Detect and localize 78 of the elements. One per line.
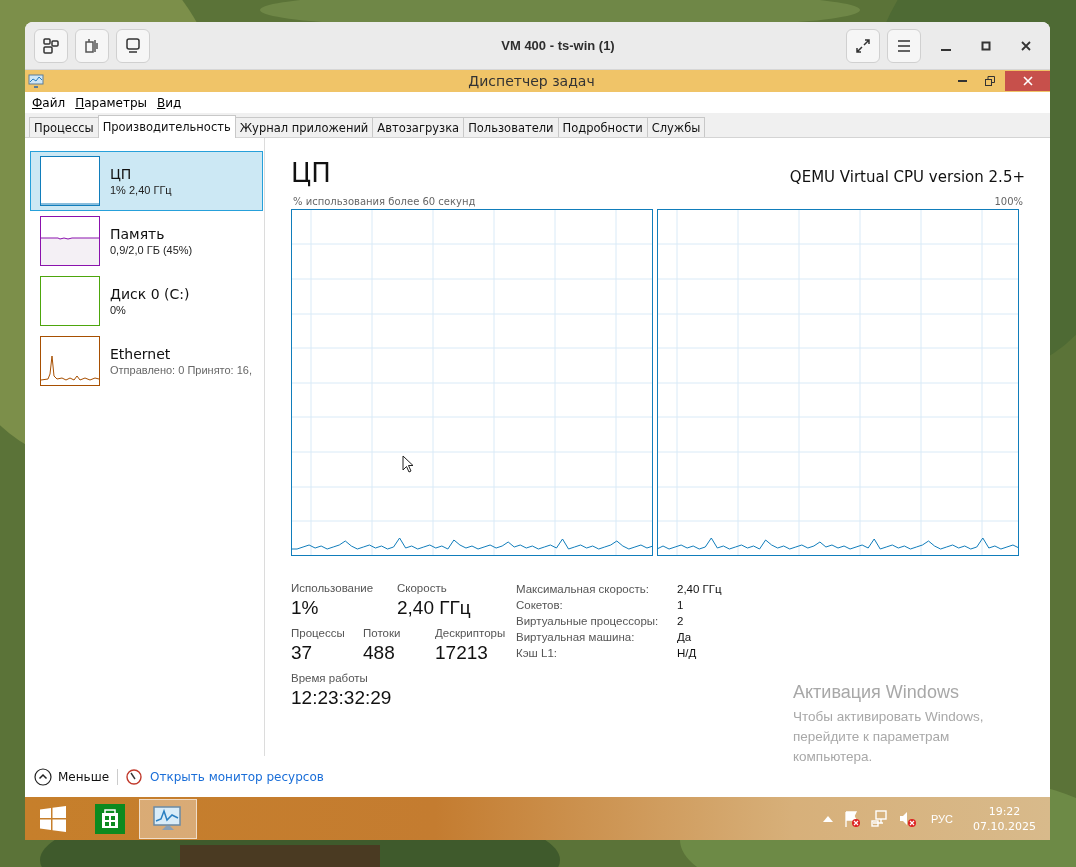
chevron-up-icon <box>34 768 52 786</box>
windows-logo-icon <box>39 805 66 832</box>
activation-title: Активация Windows <box>793 682 960 703</box>
resource-detail: 0,9/2,0 ГБ (45%) <box>110 244 193 256</box>
tab[interactable]: Автозагрузка <box>372 117 465 137</box>
stat-value: 17213 <box>435 642 489 664</box>
menu-item[interactable]: Параметры <box>75 95 148 110</box>
detail-value: 1 <box>677 599 685 611</box>
tab[interactable]: Службы <box>646 117 706 137</box>
usb-button[interactable] <box>75 28 109 63</box>
pointer-icon <box>402 455 414 474</box>
stat-value: 488 <box>363 642 396 664</box>
stat-label: Потоки <box>363 627 402 639</box>
expand-icon <box>855 37 871 54</box>
resource-name: Диск 0 (C:) <box>110 286 190 302</box>
window-title: Диспетчер задач <box>467 73 596 89</box>
menu-item[interactable]: Вид <box>157 95 182 110</box>
stat-label: Дескрипторы <box>435 627 506 639</box>
close-icon <box>1022 76 1033 86</box>
sidebar-item[interactable]: ЦП 1% 2,40 ГГц <box>30 151 263 211</box>
stat-label: Скорость <box>397 582 448 594</box>
sidebar-item[interactable]: Диск 0 (C:) 0% <box>30 271 263 331</box>
minimize-icon <box>941 48 951 51</box>
flag-warning-icon[interactable] <box>843 809 861 828</box>
detail-label: Максимальная скорость: <box>516 583 650 595</box>
monitor-icon <box>152 804 184 833</box>
stat-value: 1% <box>291 597 320 619</box>
resource-detail: 1% 2,40 ГГц <box>110 184 172 196</box>
task-manager-button[interactable] <box>139 798 197 839</box>
detail-value: Да <box>677 631 693 643</box>
menu-icon <box>897 39 911 52</box>
close-icon <box>1021 40 1031 51</box>
panel-title: ЦП <box>291 158 331 188</box>
monitor-icon <box>28 74 44 88</box>
window-title: VM 400 - ts-win (1) <box>500 38 616 53</box>
resource-detail: Отправлено: 0 Принято: 16, <box>110 364 253 376</box>
sidebar-item[interactable]: Память 0,9/2,0 ГБ (45%) <box>30 211 263 271</box>
gauge-icon <box>126 769 143 785</box>
menu-item[interactable]: Файл <box>32 95 66 110</box>
shopping-bag-icon <box>94 803 125 834</box>
minimize-icon <box>958 80 967 82</box>
windows-icon <box>43 37 59 54</box>
maximize-icon <box>981 40 991 51</box>
display-button[interactable] <box>116 28 150 63</box>
stat-label: Использование <box>291 582 375 594</box>
resource-name: ЦП <box>110 166 133 182</box>
detail-value: 2,40 ГГц <box>677 583 722 595</box>
tab[interactable]: Журнал приложений <box>234 117 374 137</box>
resource-name: Память <box>110 226 166 242</box>
tab[interactable]: Производительность <box>97 115 236 138</box>
detail-label: Кэш L1: <box>516 647 558 659</box>
view-button[interactable] <box>34 28 68 63</box>
detail-label: Виртуальные процессоры: <box>516 615 660 627</box>
detail-value: Н/Д <box>677 647 698 659</box>
fewer-details-button[interactable]: Меньше <box>34 768 110 786</box>
resource-detail: 0% <box>110 304 127 316</box>
detail-label: Сокетов: <box>516 599 564 611</box>
monitor-icon <box>125 37 141 54</box>
fullscreen-button[interactable] <box>846 28 880 63</box>
stat-value: 2,40 ГГц <box>397 597 472 619</box>
sidebar-item[interactable]: Ethernet Отправлено: 0 Принято: 16, <box>30 331 263 391</box>
device-icon <box>84 37 100 54</box>
resource-monitor-link[interactable]: Открыть монитор ресурсов <box>150 770 324 784</box>
detail-label: Виртуальная машина: <box>516 631 636 643</box>
stat-label: Процессы <box>291 627 346 639</box>
stat-label: Время работы <box>291 672 369 684</box>
graph-caption: % использования более 60 секунд <box>293 196 476 207</box>
resource-name: Ethernet <box>110 346 172 362</box>
tab[interactable]: Процессы <box>29 117 99 137</box>
tab[interactable]: Подробности <box>557 117 648 137</box>
activation-text: Чтобы активировать Windows, перейдите к параметрам компьютера. <box>793 708 985 766</box>
cpu-model: QEMU Virtual CPU version 2.5+ <box>789 168 1025 186</box>
graph-max-label: 100% <box>994 196 1023 207</box>
restore-icon <box>984 76 995 86</box>
stat-value: 37 <box>291 642 314 664</box>
menu-button[interactable] <box>887 28 921 63</box>
detail-value: 2 <box>677 615 685 627</box>
stat-value: 12:23:32:29 <box>291 687 392 709</box>
